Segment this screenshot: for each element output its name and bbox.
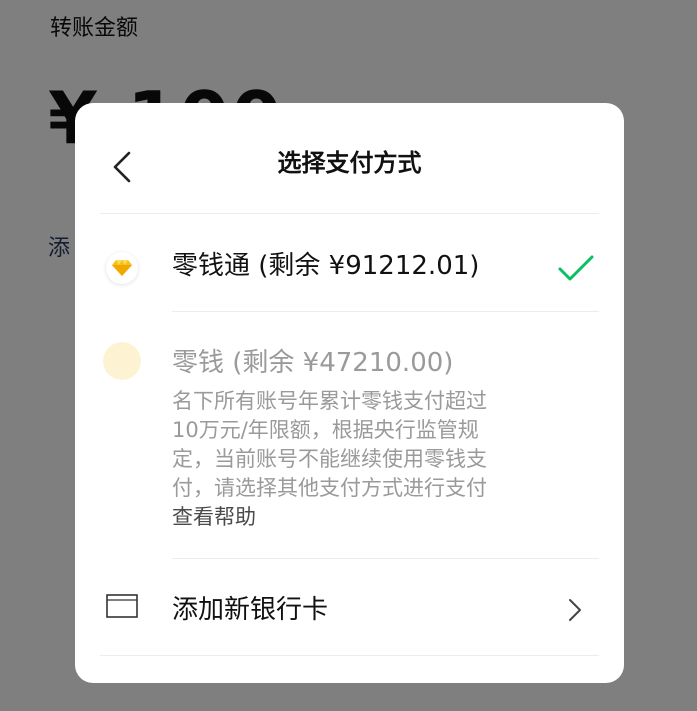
payment-option-lingqian-disabled: 零钱 (剩余 ¥47210.00) 名下所有账号年累计零钱支付超过10万元/年限…	[75, 315, 624, 560]
card-icon	[106, 594, 138, 618]
payment-option-lingqiantong[interactable]: 零钱通 (剩余 ¥91212.01)	[75, 215, 624, 315]
modal-header: 选择支付方式	[75, 103, 624, 213]
payment-method-modal: 选择支付方式 零钱通 (剩余 ¥91212.01) 零钱 (剩余 ¥47210.…	[75, 103, 624, 683]
divider	[172, 311, 599, 312]
divider	[100, 213, 599, 214]
diamond-coin-icon	[106, 252, 138, 284]
divider	[172, 558, 599, 559]
divider	[100, 655, 599, 656]
option-label: 添加新银行卡	[172, 595, 329, 625]
check-icon	[558, 255, 594, 281]
disabled-note-text: 名下所有账号年累计零钱支付超过10万元/年限额，根据央行监管规定，当前账号不能继…	[172, 389, 487, 500]
modal-title: 选择支付方式	[277, 149, 422, 177]
add-bank-card-option[interactable]: 添加新银行卡	[75, 561, 624, 661]
option-label: 零钱通 (剩余 ¥91212.01)	[172, 251, 480, 281]
disabled-reason-text: 名下所有账号年累计零钱支付超过10万元/年限额，根据央行监管规定，当前账号不能继…	[172, 387, 502, 532]
chevron-right-icon	[569, 599, 581, 621]
view-help-link[interactable]: 查看帮助	[172, 505, 256, 529]
coin-icon	[103, 342, 141, 380]
option-label: 零钱 (剩余 ¥47210.00)	[172, 348, 454, 378]
